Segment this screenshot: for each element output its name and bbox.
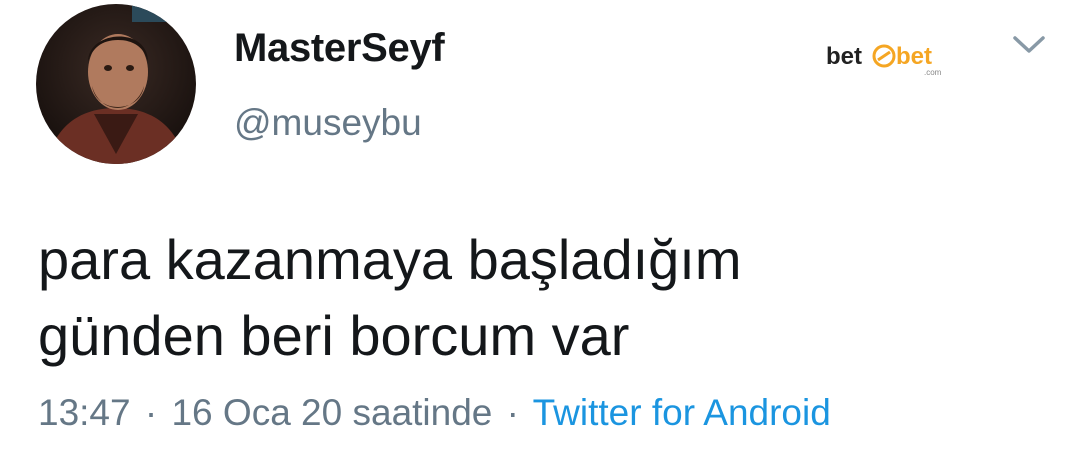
watermark-logo: bet bet .com [826, 38, 946, 78]
tweet-date[interactable]: 16 Oca 20 saatinde [171, 392, 492, 433]
tweet-text-line-1: para kazanmaya başladığım [38, 228, 742, 291]
avatar-image [36, 4, 196, 164]
tweet-time[interactable]: 13:47 [38, 392, 131, 433]
avatar[interactable] [36, 4, 196, 164]
display-name[interactable]: MasterSeyf [234, 26, 445, 71]
meta-separator-2: · [506, 392, 519, 433]
watermark-small-text: .com [924, 68, 942, 77]
user-handle[interactable]: @museybu [234, 102, 422, 144]
chevron-down-icon[interactable] [1012, 34, 1046, 56]
meta-separator: · [144, 392, 158, 433]
tweet-text: para kazanmaya başladığım günden beri bo… [38, 222, 1048, 374]
watermark-right-text: bet [896, 43, 932, 70]
tweet-text-line-2: günden beri borcum var [38, 304, 630, 367]
watermark-left-text: bet [826, 43, 862, 70]
tweet-source-link[interactable]: Twitter for Android [533, 392, 831, 433]
tweet-metadata: 13:47 · 16 Oca 20 saatinde · Twitter for… [38, 392, 831, 434]
